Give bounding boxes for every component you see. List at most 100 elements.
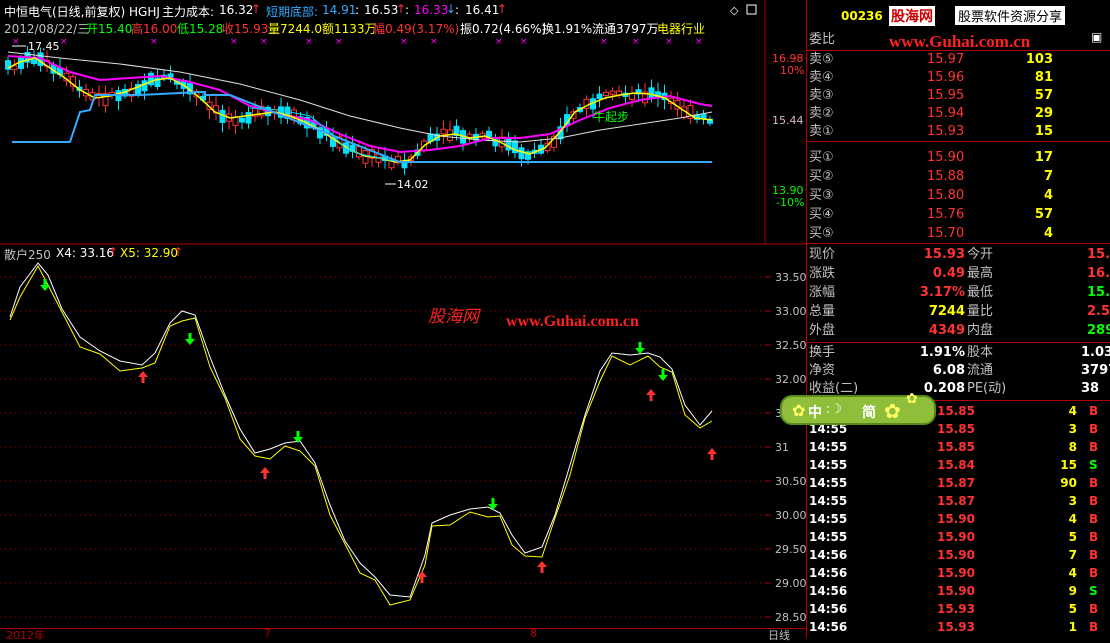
candlestick [460,127,466,151]
buy-row[interactable]: 买④ 15.76 57 [807,206,1110,224]
x5-label: X5: 32.90 [120,246,179,260]
stat-value: 15.2 [1087,285,1110,300]
sell-row[interactable]: 卖⑤ 15.97 103 [807,51,1110,69]
sell-volume: 15 [1034,124,1053,139]
buy-row[interactable]: 买③ 15.80 4 [807,187,1110,205]
tick-price: 15.90 [937,584,975,598]
stat-label: 最高 [967,266,994,281]
indicator-chart[interactable]: 33.5033.0032.5032.0031.503130.5030.0029.… [0,245,806,638]
period-label[interactable]: 日线 [768,627,790,643]
separator-colon-2: : [405,3,410,17]
tick-time: 14:55 [809,440,848,454]
bottom-value-4: 16.41 [465,3,500,17]
axis-label-mid: 15.44 [772,114,804,127]
tick-time: 14:56 [809,620,848,634]
candlestick [694,110,700,124]
candlestick [148,70,154,88]
stat-value: 1.03 [1081,345,1110,360]
buy-level: 买④ [809,207,834,222]
tick-time: 14:56 [809,566,848,580]
axis-label-low-pct: -10% [776,196,804,209]
stat-label: 外盘 [809,323,836,338]
ime-simplified[interactable]: 简 [862,402,876,422]
stat-label: 现价 [809,247,836,262]
buy-row[interactable]: 买⑤ 15.70 4 [807,225,1110,243]
sell-price: 15.97 [927,52,965,67]
stat-value: 6.08 [932,363,965,378]
tick-volume: 5 [1068,530,1077,544]
tick-time: 14:55 [809,476,848,490]
stat-label: 流通 [967,363,994,378]
tick-price: 15.90 [937,548,975,562]
tick-volume: 4 [1068,566,1077,580]
x-marker: × [230,37,238,47]
x-axis-label-jul: 7 [264,627,271,640]
ime-toolbar[interactable]: ✿ 中 :☽ 简 ✿ ✿ [780,391,936,425]
stat-value: 289 [1087,323,1110,338]
indicator-axis-label: 33.00 [775,305,806,318]
tick-price: 15.84 [937,458,975,472]
sell-level: 卖① [809,124,834,139]
stat-label: 净资 [809,363,836,378]
tick-price: 15.93 [937,602,975,616]
chart-area[interactable]: × × × × × × × × × × × × × × × 17.45 14.02 牛起步 16.98 10… [0,0,806,642]
x-axis-label-aug: 8 [530,627,537,640]
open-label: 开15.40 [86,22,133,36]
indicator-gridlines [0,276,765,618]
x4-label: X4: 33.16 [56,246,115,260]
arrow-up-icon: ↑ [108,245,119,259]
candlestick [213,96,219,121]
x-marker: × [335,37,343,47]
sell-price: 15.95 [927,88,965,103]
candlestick [102,85,109,113]
maximize-icon[interactable] [746,4,757,15]
x-marker: × [260,37,268,47]
tick-row: 14:55 15.90 4 B [807,510,1110,528]
buy-signal-arrow-icon [707,448,717,460]
candlestick [700,109,707,125]
x-marker: × [60,37,68,47]
bottom-value-1: 14.91 [322,3,357,17]
tick-volume: 3 [1068,422,1077,436]
candlestick [505,132,512,156]
tick-side: S [1089,584,1098,598]
sell-row[interactable]: 卖② 15.94 29 [807,105,1110,123]
sell-row[interactable]: 卖④ 15.96 81 [807,69,1110,87]
tick-time: 14:55 [809,512,848,526]
buy-row[interactable]: 买① 15.90 17 [807,149,1110,167]
buy-volume: 7 [1043,169,1053,184]
restore-icon[interactable]: ◇ [730,4,739,17]
stat-row: 换手 1.91% 股本 1.03 [807,344,1110,362]
stat-value: 4349 [928,323,965,338]
stat-label: 最低 [967,285,994,300]
window-controls[interactable]: ◇ [730,4,757,17]
tick-row: 14:55 15.85 8 B [807,438,1110,456]
moon-icon[interactable]: :☽ [826,402,842,417]
watermark-url: www.Guhai.com.cn [506,313,639,330]
buy-signal-arrow-icon [260,467,270,479]
stock-title: 中恒电气(日线,前复权) HGHJ [4,5,160,19]
sell-row[interactable]: 卖③ 15.95 57 [807,87,1110,105]
stat-value: 0.49 [932,266,965,281]
logo-site-name: 股海网 [889,6,935,26]
stat-value: 3.17% [919,285,965,300]
tick-volume: 1 [1068,620,1077,634]
candlestick [109,87,115,100]
indicator-axis-label: 32.50 [775,339,806,352]
tick-side: B [1089,404,1099,418]
sell-signal-arrow-icon [658,369,668,381]
candlestick [11,59,18,75]
buy-volume: 57 [1034,207,1053,222]
buy-row[interactable]: 买② 15.88 7 [807,168,1110,186]
buy-signal-arrow-icon [646,389,656,401]
stat-row: 涨跌 0.49 最高 16.0 [807,265,1110,283]
sell-row[interactable]: 卖① 15.93 15 [807,123,1110,141]
buy-level: 买③ [809,188,834,203]
ime-mode[interactable]: 中 [808,402,822,422]
quote-panel: 00236 股海网 股票软件资源分享 www.Guhai.com.cn ▣ 委比… [806,0,1110,638]
tick-row: 14:55 15.87 3 B [807,492,1110,510]
x-marker: × [430,37,438,47]
tick-time: 14:55 [809,458,848,472]
ma-line-magenta [7,55,713,154]
x-marker: × [400,37,408,47]
